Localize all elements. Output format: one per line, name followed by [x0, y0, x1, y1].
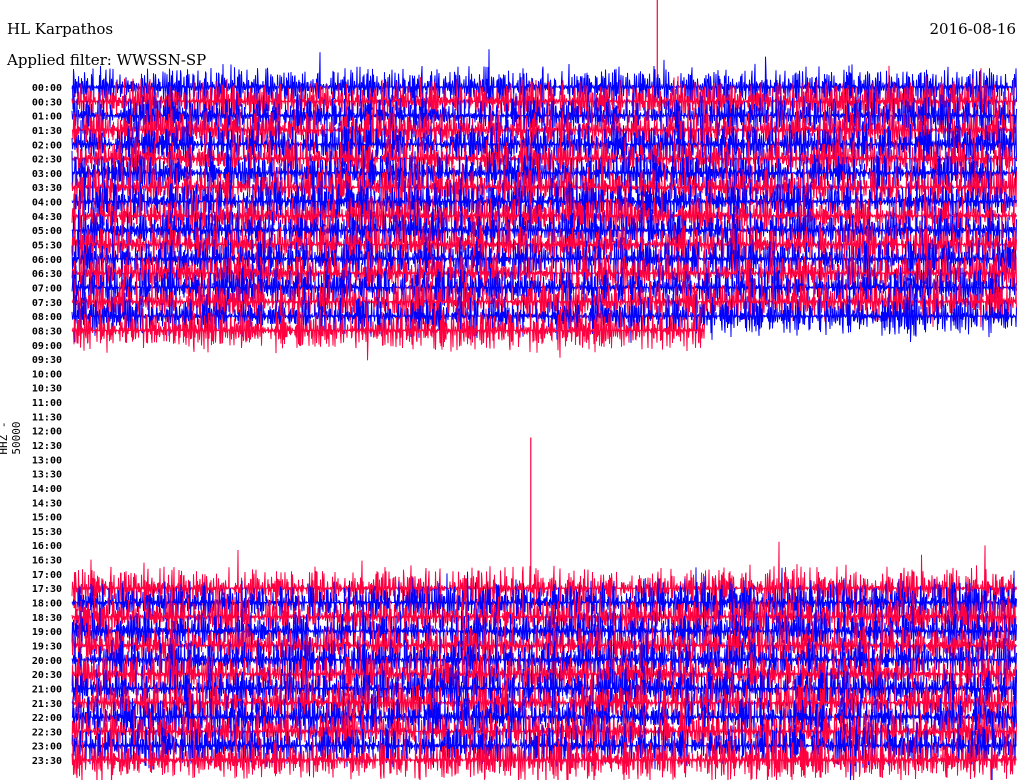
row-time-label: 08:00 — [32, 312, 62, 323]
row-time-label: 23:30 — [32, 756, 62, 767]
row-time-label: 02:00 — [32, 140, 62, 151]
row-time-label: 05:30 — [32, 241, 62, 252]
row-time-label: 23:00 — [32, 742, 62, 753]
row-time-label: 09:00 — [32, 341, 62, 352]
row-time-label: 20:00 — [32, 656, 62, 667]
row-time-label: 09:30 — [32, 355, 62, 366]
row-time-label: 22:30 — [32, 727, 62, 738]
row-time-label: 02:30 — [32, 155, 62, 166]
row-time-label: 13:00 — [32, 455, 62, 466]
row-time-label: 20:30 — [32, 670, 62, 681]
row-time-label: 08:30 — [32, 326, 62, 337]
row-time-label: 19:30 — [32, 641, 62, 652]
row-time-label: 13:30 — [32, 470, 62, 481]
row-time-label: 01:00 — [32, 112, 62, 123]
row-time-label: 17:00 — [32, 570, 62, 581]
row-time-label: 07:30 — [32, 298, 62, 309]
row-time-label: 14:00 — [32, 484, 62, 495]
row-time-label: 03:00 — [32, 169, 62, 180]
row-time-label: 06:00 — [32, 255, 62, 266]
row-time-label: 22:00 — [32, 713, 62, 724]
row-time-label: 21:30 — [32, 699, 62, 710]
row-time-label: 16:00 — [32, 541, 62, 552]
row-time-label: 10:30 — [32, 384, 62, 395]
row-time-label: 01:30 — [32, 126, 62, 137]
helicorder-plot: 00:00 00:30 01:00 01:30 02:00 02:30 03:00 03:30… — [32, 0, 1017, 780]
row-time-label: 00:00 — [32, 83, 62, 94]
row-time-label: 03:30 — [32, 183, 62, 194]
row-time-label: 15:30 — [32, 527, 62, 538]
row-time-label: 18:00 — [32, 599, 62, 610]
row-time-label: 11:30 — [32, 412, 62, 423]
row-time-label: 16:30 — [32, 556, 62, 567]
row-time-label: 00:30 — [32, 97, 62, 108]
row-time-label: 17:30 — [32, 584, 62, 595]
row-time-label: 21:00 — [32, 684, 62, 695]
row-time-label: 19:00 — [32, 627, 62, 638]
row-time-label: 14:30 — [32, 498, 62, 509]
row-time-label: 12:00 — [32, 427, 62, 438]
row-time-label: 05:00 — [32, 226, 62, 237]
row-time-label: 15:00 — [32, 513, 62, 524]
row-time-label: 06:30 — [32, 269, 62, 280]
row-time-label: 04:00 — [32, 198, 62, 209]
row-time-label: 07:00 — [32, 283, 62, 294]
row-time-label: 12:30 — [32, 441, 62, 452]
row-time-label: 11:00 — [32, 398, 62, 409]
row-time-label: 10:00 — [32, 369, 62, 380]
row-time-label: 18:30 — [32, 613, 62, 624]
row-time-label: 04:30 — [32, 212, 62, 223]
